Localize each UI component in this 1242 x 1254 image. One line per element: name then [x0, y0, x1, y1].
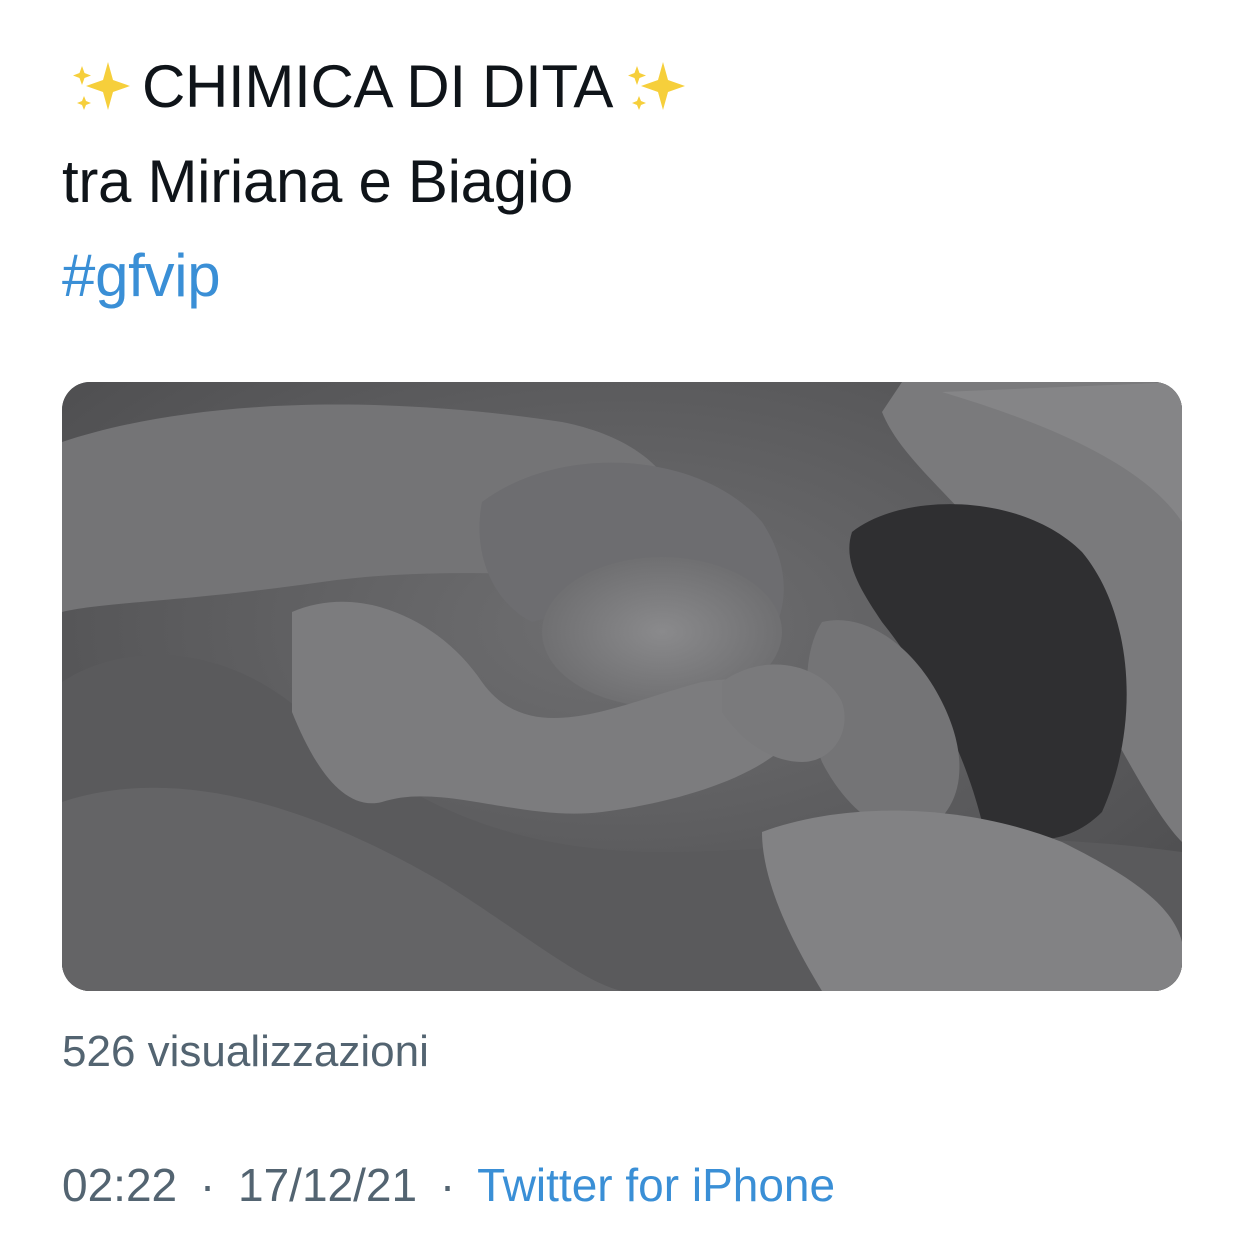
meta-separator: · [199, 1159, 216, 1211]
tweet-time: 02:22 [62, 1159, 178, 1211]
video-frame [62, 382, 1182, 991]
tweet-meta: 02:22 · 17/12/21 · Twitter for iPhone [62, 1162, 835, 1208]
headline-text: CHIMICA DI DITA [142, 53, 614, 120]
tweet-source-link[interactable]: Twitter for iPhone [477, 1159, 835, 1211]
tweet-media-video[interactable] [62, 382, 1182, 991]
hashtag-link[interactable]: #gfvip [62, 246, 221, 306]
meta-separator: · [439, 1159, 456, 1211]
tweet: CHIMICA DI DITA tra Miriana e Biagio #gf… [62, 0, 1182, 1254]
tweet-subline: tra Miriana e Biagio [62, 148, 573, 215]
sparkles-icon [62, 56, 140, 118]
sparkles-icon [617, 56, 695, 118]
view-count: 526 visualizzazioni [62, 1027, 429, 1076]
tweet-headline: CHIMICA DI DITA [62, 56, 695, 118]
tweet-date[interactable]: 17/12/21 [238, 1159, 417, 1211]
